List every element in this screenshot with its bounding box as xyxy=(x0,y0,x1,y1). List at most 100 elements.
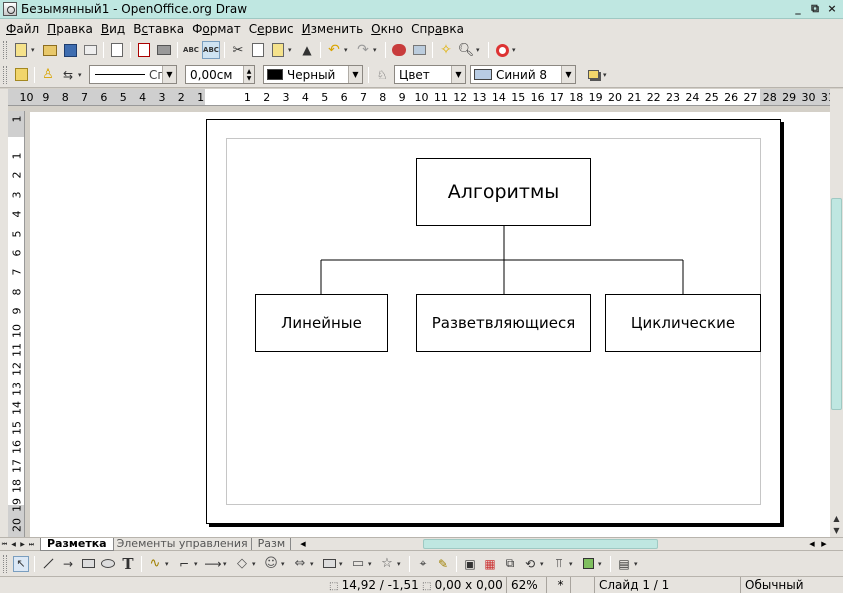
undo-dropdown-icon[interactable]: ▾ xyxy=(344,46,351,54)
menu-item[interactable]: Вид xyxy=(97,22,129,36)
vertical-scroll-thumb[interactable] xyxy=(831,198,842,410)
menu-item[interactable]: Окно xyxy=(367,22,407,36)
toolbar-options-icon[interactable]: ▾ xyxy=(603,71,610,79)
zoom-button[interactable]: 🔍︎ xyxy=(457,41,475,59)
export-pdf-button[interactable] xyxy=(135,41,153,59)
child-node-linear[interactable]: Линейные xyxy=(255,294,388,352)
drawing-canvas[interactable]: Алгоритмы Линейные Разветвляющиеся Цикли… xyxy=(30,112,830,537)
line-dialog-button[interactable]: ♙ xyxy=(39,66,57,84)
scroll-up-icon[interactable]: ▲ xyxy=(830,513,843,525)
menu-item[interactable]: Изменить xyxy=(298,22,368,36)
area-style-select[interactable]: Цвет ▼ xyxy=(394,65,466,84)
tab-layout[interactable]: Разметка xyxy=(40,537,114,551)
line-width-value[interactable]: 0,00см xyxy=(186,68,236,82)
menu-item[interactable]: Справка xyxy=(407,22,468,36)
redo-dropdown-icon[interactable]: ▾ xyxy=(373,46,380,54)
paste-dropdown-icon[interactable]: ▾ xyxy=(288,46,295,54)
chevron-down-icon[interactable]: ▼ xyxy=(561,66,575,83)
prev-tab-icon[interactable]: ◀ xyxy=(9,539,18,550)
line-width-field[interactable]: 0,00см ▲ ▼ xyxy=(185,65,255,84)
line-tool-button[interactable] xyxy=(39,555,57,573)
restore-icon[interactable]: ⧉ xyxy=(808,2,822,16)
stepper-up-icon[interactable]: ▲ xyxy=(247,68,252,75)
root-node[interactable]: Алгоритмы xyxy=(416,158,591,226)
gluepoints-button[interactable]: ✧ xyxy=(437,41,455,59)
tab-controls[interactable]: Элементы управления xyxy=(109,537,255,551)
toolbar-grip[interactable] xyxy=(3,554,7,573)
arrow-style-button[interactable]: ⇆ xyxy=(59,66,77,84)
line-color-select[interactable]: Черный ▼ xyxy=(263,65,363,84)
undo-button[interactable]: ↶ xyxy=(325,41,343,59)
gluepoints-tool-button[interactable]: ✎ xyxy=(434,555,452,573)
close-icon[interactable]: × xyxy=(825,2,839,16)
scroll-down-icon[interactable]: ▼ xyxy=(830,525,843,537)
connector-tool-button[interactable]: ⌐ xyxy=(175,555,193,573)
lines-arrows-button[interactable]: ⟶ xyxy=(204,555,222,573)
open-button[interactable] xyxy=(41,41,59,59)
horizontal-ruler[interactable]: 10 9 8 7 6 5 4 3 2 1 1 2 3 4 5 6 7 8 9 10 11 12 13 14 15 16 17 18 19… xyxy=(8,89,830,106)
menu-item[interactable]: Сервис xyxy=(245,22,298,36)
basic-shapes-dropdown-icon[interactable]: ▾ xyxy=(252,560,259,568)
group-button[interactable]: ⧉ xyxy=(501,555,519,573)
flowchart-button[interactable] xyxy=(320,555,338,573)
tab-dimensions[interactable]: Разм xyxy=(250,537,291,551)
slide-page[interactable]: Алгоритмы Линейные Разветвляющиеся Цикли… xyxy=(206,119,781,524)
edit-file-button[interactable] xyxy=(108,41,126,59)
rectangle-tool-button[interactable] xyxy=(79,555,97,573)
rotate-button[interactable]: ⟲ xyxy=(521,555,539,573)
horizontal-scroll-thumb[interactable] xyxy=(423,539,658,549)
cut-button[interactable]: ✂ xyxy=(229,41,247,59)
help-button[interactable] xyxy=(493,41,511,59)
points-button[interactable]: ⌖ xyxy=(414,555,432,573)
menu-item[interactable]: Файл xyxy=(2,22,43,36)
block-arrows-dropdown-icon[interactable]: ▾ xyxy=(310,560,317,568)
lines-dropdown-icon[interactable]: ▾ xyxy=(223,560,230,568)
chevron-down-icon[interactable]: ▼ xyxy=(162,66,176,83)
toolbar-options-icon[interactable]: ▾ xyxy=(512,46,519,54)
format-paintbrush-button[interactable]: ▲ xyxy=(298,41,316,59)
area-button[interactable]: ♘ xyxy=(373,66,391,84)
text-tool-button[interactable]: T xyxy=(119,555,137,573)
curve-dropdown-icon[interactable]: ▾ xyxy=(165,560,172,568)
paste-button[interactable] xyxy=(269,41,287,59)
block-arrows-button[interactable]: ⇔ xyxy=(291,555,309,573)
gallery-button[interactable]: ▦ xyxy=(481,555,499,573)
callouts-dropdown-icon[interactable]: ▾ xyxy=(368,560,375,568)
toolbar-grip[interactable] xyxy=(3,41,7,59)
line-style-select[interactable]: Сп ▼ xyxy=(89,65,177,84)
status-zoom[interactable]: 62% xyxy=(506,577,546,593)
next-tab-icon[interactable]: ▶ xyxy=(18,539,27,550)
toolbar-options-icon[interactable]: ▾ xyxy=(634,560,641,568)
line-width-stepper[interactable]: ▲ ▼ xyxy=(243,66,254,83)
symbol-shapes-button[interactable]: ☺ xyxy=(262,555,280,573)
status-signature[interactable] xyxy=(570,577,594,593)
toolbar-grip[interactable] xyxy=(3,65,7,84)
new-document-button[interactable] xyxy=(12,41,30,59)
curve-tool-button[interactable]: ∿ xyxy=(146,555,164,573)
menu-item[interactable]: Вставка xyxy=(129,22,188,36)
connector-dropdown-icon[interactable]: ▾ xyxy=(194,560,201,568)
arrange-button[interactable] xyxy=(579,555,597,573)
chart-button[interactable] xyxy=(390,41,408,59)
redo-button[interactable]: ↷ xyxy=(354,41,372,59)
autospellcheck-button[interactable]: ABC xyxy=(202,41,220,59)
copy-button[interactable] xyxy=(249,41,267,59)
area-color-select[interactable]: Синий 8 ▼ xyxy=(470,65,576,84)
save-button[interactable] xyxy=(61,41,79,59)
flowchart-dropdown-icon[interactable]: ▾ xyxy=(339,560,346,568)
stepper-down-icon[interactable]: ▼ xyxy=(247,75,252,82)
ellipse-tool-button[interactable] xyxy=(99,555,117,573)
chevron-down-icon[interactable]: ▼ xyxy=(348,66,362,83)
align-button[interactable]: ⫪ xyxy=(550,555,568,573)
first-tab-icon[interactable]: ⏮ xyxy=(0,539,9,550)
print-button[interactable] xyxy=(155,41,173,59)
shadow-button[interactable] xyxy=(584,66,602,84)
select-tool-button[interactable]: ↖ xyxy=(12,555,30,573)
vertical-scrollbar[interactable]: ▲ ▼ xyxy=(830,106,843,537)
line-properties-button[interactable] xyxy=(12,66,30,84)
arrange-dropdown-icon[interactable]: ▾ xyxy=(598,560,605,568)
minimize-icon[interactable]: _ xyxy=(791,2,805,16)
spellcheck-button[interactable]: ABC xyxy=(182,41,200,59)
rotate-dropdown-icon[interactable]: ▾ xyxy=(540,560,547,568)
symbol-shapes-dropdown-icon[interactable]: ▾ xyxy=(281,560,288,568)
